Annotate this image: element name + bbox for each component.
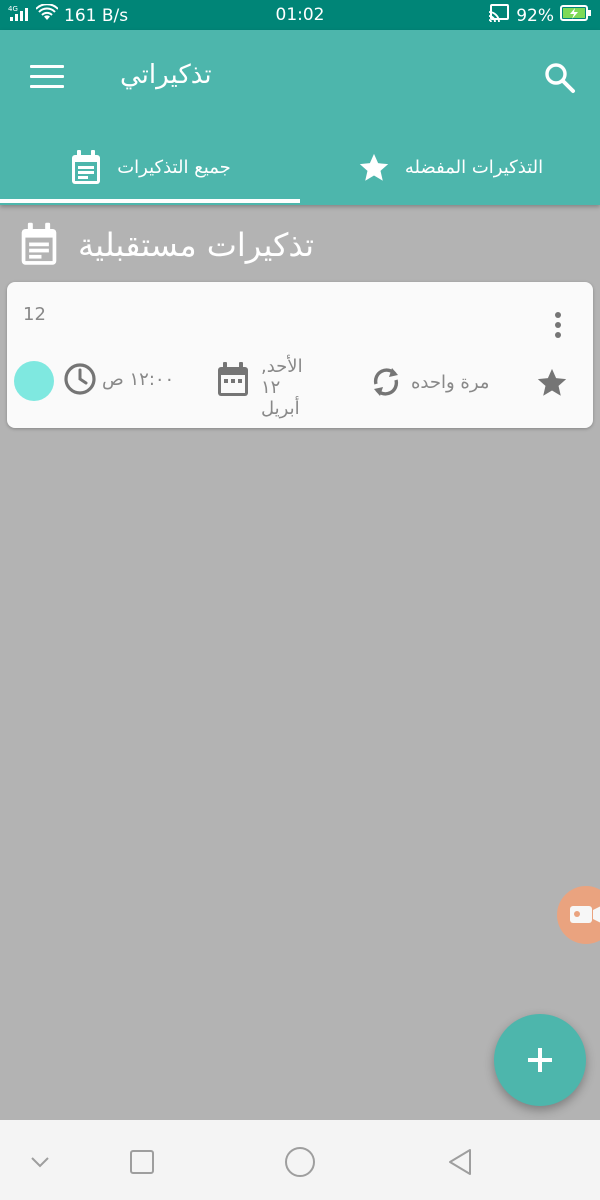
- star-icon: [359, 153, 389, 181]
- nav-hide-button[interactable]: [22, 1144, 58, 1180]
- clock-icon: [64, 363, 96, 395]
- tab-favorite-reminders[interactable]: التذكيرات المفضله: [300, 130, 600, 205]
- star-icon: [537, 368, 567, 396]
- app-title: تذكيراتي: [120, 60, 212, 90]
- reminder-color-dot: [14, 361, 54, 401]
- battery-icon: [560, 4, 592, 27]
- app-bar: تذكيراتي جميع التذكيرات التذكيرات المفضل…: [0, 30, 600, 205]
- more-vert-icon: [555, 312, 561, 318]
- menu-icon: [30, 65, 64, 68]
- tab-bar: جميع التذكيرات التذكيرات المفضله: [0, 130, 600, 205]
- nav-back-button[interactable]: [442, 1144, 478, 1180]
- search-icon: [545, 63, 575, 93]
- repeat-icon: [373, 368, 399, 396]
- reminder-time: ١٢:٠٠ ص: [62, 361, 174, 397]
- more-options-button[interactable]: [553, 312, 563, 344]
- plus-icon: [528, 1048, 552, 1072]
- reminder-time-text: ١٢:٠٠ ص: [102, 368, 175, 390]
- nav-home-button[interactable]: [282, 1144, 318, 1180]
- search-button[interactable]: [542, 60, 578, 96]
- section-header: تذكيرات مستقبلية: [18, 215, 580, 275]
- tab-indicator: [0, 199, 300, 203]
- tab-favorite-reminders-label: التذكيرات المفضله: [404, 157, 544, 178]
- status-bar: 4G 161 B/s 01:02 92%: [0, 0, 600, 30]
- menu-button[interactable]: [30, 65, 64, 91]
- reminder-title: 12: [23, 304, 46, 325]
- back-triangle-icon: [449, 1149, 471, 1175]
- video-camera-icon: [570, 906, 600, 923]
- reminder-repeat: مرة واحده: [369, 364, 489, 400]
- reminder-date-month: أبريل: [261, 398, 300, 419]
- reminder-date-day: الأحد, ١٢: [261, 356, 303, 398]
- battery-level: 92%: [516, 5, 554, 26]
- calendar-note-icon: [21, 222, 57, 265]
- system-nav-bar: [0, 1120, 600, 1200]
- tab-all-reminders-label: جميع التذكيرات: [117, 157, 231, 178]
- screen-recorder-bubble[interactable]: [557, 886, 600, 944]
- section-title: تذكيرات مستقبلية: [78, 226, 315, 264]
- reminder-date: الأحد, ١٢ أبريل: [216, 352, 326, 422]
- favorite-button[interactable]: [535, 366, 569, 400]
- square-icon: [130, 1150, 154, 1174]
- circle-icon: [285, 1147, 315, 1177]
- calendar-note-icon: [72, 149, 101, 184]
- add-reminder-button[interactable]: [494, 1014, 586, 1106]
- tab-all-reminders[interactable]: جميع التذكيرات: [0, 130, 300, 205]
- calendar-icon: [218, 362, 248, 396]
- cast-icon: [488, 4, 510, 27]
- reminder-repeat-text: مرة واحده: [411, 371, 490, 393]
- reminder-card[interactable]: 12 ١٢:٠٠ ص الأحد, ١٢ أبريل مرة واحده: [7, 282, 593, 428]
- nav-recents-button[interactable]: [124, 1144, 160, 1180]
- chevron-down-icon: [31, 1157, 49, 1168]
